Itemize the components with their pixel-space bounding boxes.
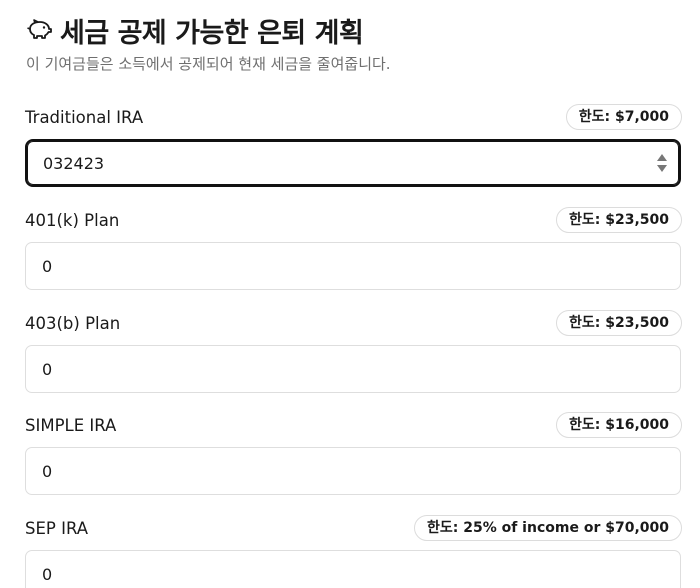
retirement-deductions-page: 세금 공제 가능한 은퇴 계획 이 기여금들은 소득에서 공제되어 현재 세금을… bbox=[0, 0, 700, 588]
limit-badge: 한도: $23,500 bbox=[556, 310, 682, 336]
number-stepper[interactable] bbox=[657, 154, 667, 172]
field-traditional-ira: Traditional IRA 한도: $7,000 032423 bbox=[25, 104, 682, 187]
field-header: SEP IRA 한도: 25% of income or $70,000 bbox=[25, 515, 682, 541]
input-value: 032423 bbox=[43, 153, 105, 173]
403b-plan-input[interactable]: 0 bbox=[25, 345, 681, 393]
input-value: 0 bbox=[42, 461, 53, 481]
401k-plan-input[interactable]: 0 bbox=[25, 242, 681, 290]
field-header: 403(b) Plan 한도: $23,500 bbox=[25, 310, 682, 336]
field-header: 401(k) Plan 한도: $23,500 bbox=[25, 207, 682, 233]
field-label: 403(b) Plan bbox=[25, 313, 121, 333]
field-header: SIMPLE IRA 한도: $16,000 bbox=[25, 412, 682, 438]
stepper-up-icon[interactable] bbox=[657, 154, 667, 161]
stepper-down-icon[interactable] bbox=[657, 165, 667, 172]
input-value: 0 bbox=[42, 564, 53, 584]
piggy-bank-icon bbox=[26, 19, 52, 41]
limit-badge: 한도: $16,000 bbox=[556, 412, 682, 438]
input-value: 0 bbox=[42, 256, 53, 276]
field-403b-plan: 403(b) Plan 한도: $23,500 0 bbox=[25, 310, 682, 393]
traditional-ira-input[interactable]: 032423 bbox=[25, 139, 681, 187]
title-row: 세금 공제 가능한 은퇴 계획 bbox=[26, 10, 680, 50]
field-sep-ira: SEP IRA 한도: 25% of income or $70,000 0 bbox=[25, 515, 682, 588]
field-label: 401(k) Plan bbox=[25, 210, 120, 230]
field-label: Traditional IRA bbox=[25, 107, 144, 127]
field-label: SEP IRA bbox=[25, 518, 89, 538]
field-header: Traditional IRA 한도: $7,000 bbox=[25, 104, 682, 130]
page-title: 세금 공제 가능한 은퇴 계획 bbox=[60, 17, 364, 49]
page-subtitle: 이 기여금들은 소득에서 공제되어 현재 세금을 줄여줍니다. bbox=[26, 55, 391, 73]
field-simple-ira: SIMPLE IRA 한도: $16,000 0 bbox=[25, 412, 682, 495]
limit-badge: 한도: $23,500 bbox=[556, 207, 682, 233]
field-401k-plan: 401(k) Plan 한도: $23,500 0 bbox=[25, 207, 682, 290]
input-value: 0 bbox=[42, 359, 53, 379]
field-label: SIMPLE IRA bbox=[25, 415, 117, 435]
limit-badge: 한도: $7,000 bbox=[565, 104, 682, 130]
section-header: 세금 공제 가능한 은퇴 계획 이 기여금들은 소득에서 공제되어 현재 세금을… bbox=[26, 10, 680, 74]
simple-ira-input[interactable]: 0 bbox=[25, 447, 681, 495]
sep-ira-input[interactable]: 0 bbox=[25, 550, 681, 588]
limit-badge: 한도: 25% of income or $70,000 bbox=[413, 515, 682, 541]
